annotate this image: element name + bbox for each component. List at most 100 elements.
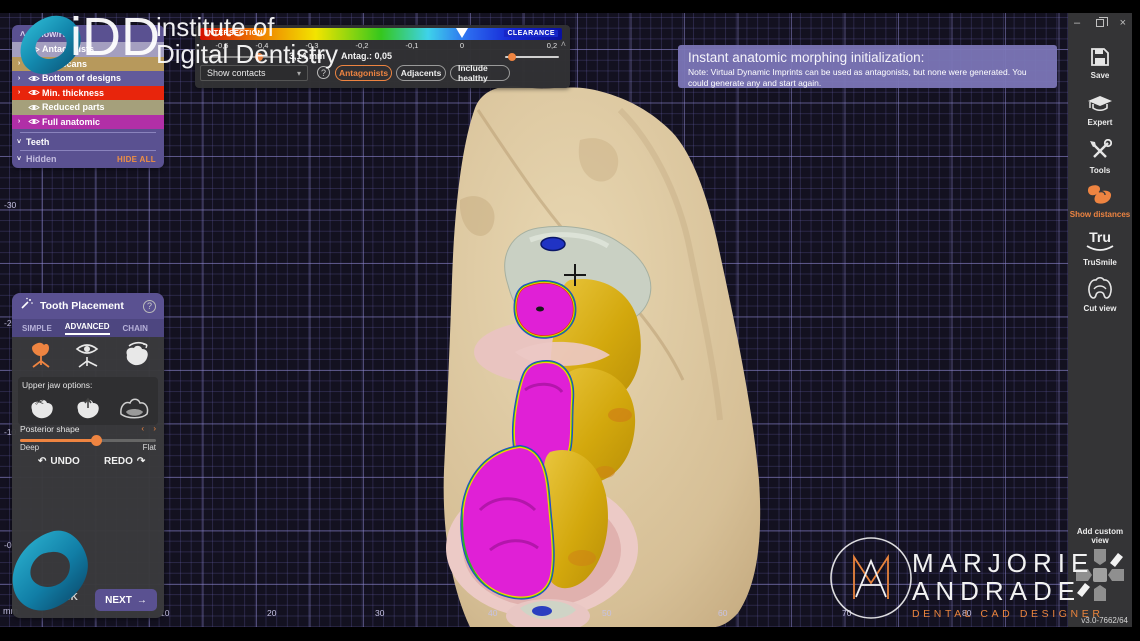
eye-icon[interactable] bbox=[26, 74, 42, 83]
show-hide-header[interactable]: ˄ Show/Hide bbox=[12, 25, 164, 42]
colormap-tick: -0,4 bbox=[256, 41, 269, 50]
minimize-button[interactable]: – bbox=[1074, 17, 1080, 29]
cut-view-button[interactable]: Cut view bbox=[1068, 275, 1132, 313]
move-tooth-tool-button[interactable] bbox=[20, 339, 62, 371]
show-distances-icon bbox=[1086, 183, 1114, 207]
restore-button[interactable] bbox=[1096, 19, 1104, 27]
layer-row-jaw-scans[interactable]: › Jaw scans bbox=[12, 57, 164, 72]
chevron-down-icon[interactable]: ˅ bbox=[12, 156, 26, 163]
app-window: -30 -20 -10 -0 mm 10 20 30 40 50 60 70 8… bbox=[0, 0, 1140, 641]
save-icon bbox=[1089, 46, 1111, 68]
back-button[interactable]: ← BACK bbox=[34, 592, 78, 603]
hide-all-button[interactable]: HIDE ALL bbox=[117, 155, 156, 164]
antagonists-button[interactable]: Antagonists bbox=[335, 65, 392, 81]
eye-icon[interactable] bbox=[26, 45, 42, 54]
slider-handle[interactable] bbox=[91, 435, 102, 446]
colormap-tick: -0,2 bbox=[356, 41, 369, 50]
upper-jaw-options-group: Upper jaw options: ✂ bbox=[18, 377, 158, 425]
show-hide-title: Show/Hide bbox=[32, 29, 78, 39]
tab-simple[interactable]: SIMPLE bbox=[22, 324, 52, 333]
colormap-tick: 0 bbox=[460, 41, 464, 50]
layer-row-antagonists[interactable]: Antagonists bbox=[12, 42, 164, 57]
notification-note: Note: Virtual Dynamic Imprints can be us… bbox=[688, 67, 1047, 89]
divider bbox=[20, 132, 156, 133]
next-button[interactable]: NEXT → bbox=[95, 589, 157, 611]
notification-banner: Instant anatomic morphing initialization… bbox=[678, 45, 1057, 88]
eye-icon[interactable] bbox=[26, 103, 42, 112]
toolbar-collapse-icon[interactable]: ˄ bbox=[561, 39, 566, 49]
view-cube-widget[interactable] bbox=[1074, 541, 1126, 614]
show-contacts-dropdown[interactable]: Show contacts ▾ bbox=[200, 65, 308, 81]
x-ruler-tick: 70 bbox=[842, 608, 851, 618]
antag-slider[interactable] bbox=[505, 56, 559, 58]
adjacents-button[interactable]: Adjacents bbox=[396, 65, 446, 81]
distance-colormap[interactable]: INTERSECTION CLEARANCE bbox=[200, 28, 562, 40]
layer-row-bottom-of-designs[interactable]: › Bottom of designs bbox=[12, 71, 164, 86]
colormap-tick: 0,2 bbox=[547, 41, 557, 50]
panel-title: Tooth Placement bbox=[40, 300, 136, 312]
layer-label: Bottom of designs bbox=[42, 73, 121, 83]
right-letterbox bbox=[1132, 0, 1140, 641]
chevron-right-icon[interactable]: › bbox=[12, 75, 26, 82]
tab-advanced[interactable]: ADVANCED bbox=[65, 322, 110, 335]
intrude-tooth-option-button[interactable] bbox=[68, 391, 108, 423]
view-cube-center bbox=[1093, 568, 1107, 582]
dropdown-caret-icon: ▾ bbox=[297, 69, 301, 78]
collapse-icon[interactable]: ˄ bbox=[20, 29, 25, 39]
slider-handle[interactable] bbox=[508, 53, 516, 61]
layer-label: Jaw scans bbox=[42, 59, 87, 69]
posterior-shape-slider[interactable] bbox=[20, 439, 156, 442]
layer-row-min-thickness[interactable]: › Min. thickness bbox=[12, 86, 164, 101]
layer-label: Reduced parts bbox=[42, 102, 105, 112]
trusmile-button[interactable]: Tru TruSmile bbox=[1068, 229, 1132, 267]
undo-button[interactable]: ↶ UNDO bbox=[38, 456, 80, 467]
group-label: Teeth bbox=[26, 137, 49, 147]
chain-teeth-option-button[interactable] bbox=[114, 391, 154, 423]
y-ruler-tick: -0 bbox=[4, 540, 12, 550]
help-icon[interactable]: ? bbox=[317, 66, 330, 79]
colormap-marker-icon[interactable] bbox=[456, 28, 468, 38]
chevron-right-icon[interactable]: › bbox=[12, 89, 26, 96]
view-direction-tool-button[interactable] bbox=[68, 339, 110, 371]
tab-chain[interactable]: CHAIN bbox=[123, 324, 148, 333]
top-letterbox bbox=[0, 0, 1140, 13]
help-icon[interactable]: ? bbox=[143, 300, 156, 313]
crosshair-cursor-icon bbox=[564, 264, 586, 286]
rotate-tooth-tool-button[interactable] bbox=[116, 339, 158, 371]
chevron-down-icon[interactable]: ˅ bbox=[12, 139, 26, 146]
close-button[interactable]: × bbox=[1120, 17, 1126, 29]
eye-icon[interactable] bbox=[26, 59, 42, 68]
show-distances-button[interactable]: Show distances bbox=[1068, 183, 1132, 219]
slider-handle[interactable] bbox=[255, 53, 263, 61]
chevron-right-icon[interactable]: › bbox=[12, 118, 26, 125]
next-shape-icon[interactable]: › bbox=[153, 424, 156, 433]
distance-slider[interactable] bbox=[203, 56, 281, 58]
prev-shape-icon[interactable]: ‹ bbox=[141, 424, 144, 433]
intersection-label: INTERSECTION bbox=[206, 30, 263, 37]
eye-icon[interactable] bbox=[26, 88, 42, 97]
cut-tooth-option-button[interactable]: ✂ bbox=[22, 391, 62, 423]
back-arrow-icon: ← bbox=[34, 592, 44, 603]
tooth-placement-tabs: SIMPLE ADVANCED CHAIN bbox=[12, 319, 164, 337]
layer-label: Full anatomic bbox=[42, 117, 100, 127]
expert-icon bbox=[1087, 93, 1113, 115]
upper-jaw-options-label: Upper jaw options: bbox=[22, 380, 92, 390]
dental-model-3d[interactable] bbox=[420, 80, 790, 630]
include-healthy-button[interactable]: Include healthy bbox=[450, 65, 510, 81]
tooth-placement-header[interactable]: Tooth Placement ? bbox=[12, 293, 164, 319]
eye-icon[interactable] bbox=[26, 117, 42, 126]
redo-button[interactable]: REDO ↷ bbox=[104, 456, 145, 467]
save-button[interactable]: Save bbox=[1068, 46, 1132, 80]
expert-button[interactable]: Expert bbox=[1068, 93, 1132, 127]
posterior-shape-label: Posterior shape bbox=[20, 424, 80, 434]
chevron-right-icon[interactable]: › bbox=[12, 60, 26, 67]
colormap-tick: -0,5 bbox=[216, 41, 229, 50]
layer-group-hidden[interactable]: ˅ Hidden HIDE ALL bbox=[12, 152, 164, 167]
layer-row-reduced-parts[interactable]: Reduced parts bbox=[12, 100, 164, 115]
svg-text:✂: ✂ bbox=[35, 397, 44, 409]
view-cube-top-arrow bbox=[1094, 549, 1106, 565]
colormap-tick: -0,3 bbox=[306, 41, 319, 50]
layer-group-teeth[interactable]: ˅ Teeth bbox=[12, 135, 164, 150]
layer-row-full-anatomic[interactable]: › Full anatomic bbox=[12, 115, 164, 130]
tools-button[interactable]: Tools bbox=[1068, 139, 1132, 175]
